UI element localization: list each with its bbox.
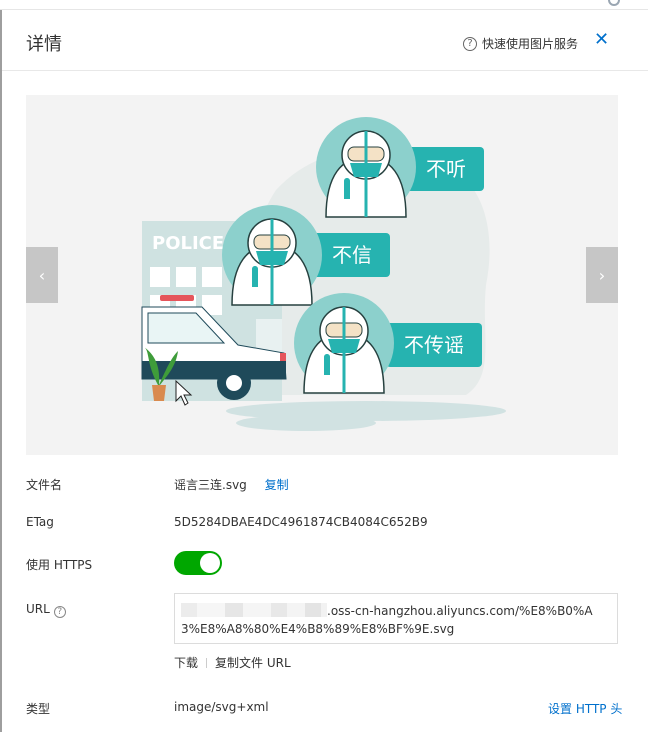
preview-image: POLICE 不听 不信 不传谣: [141, 117, 506, 431]
chevron-right-icon: ›: [598, 265, 606, 285]
previous-image-button[interactable]: ‹: [26, 247, 58, 303]
type-value: image/svg+xml: [174, 700, 269, 714]
type-label: 类型: [26, 702, 51, 716]
url-actions: 下载 复制文件 URL: [174, 654, 291, 671]
filename-row: 谣言三连.svg 复制: [174, 476, 289, 493]
redacted-block: [287, 603, 305, 617]
bubble-1: 不听: [426, 157, 466, 181]
filename-value: 谣言三连.svg: [174, 478, 247, 492]
chevron-left-icon: ‹: [38, 265, 46, 285]
bubble-3: 不传谣: [404, 333, 464, 357]
action-divider: [206, 658, 208, 668]
toggle-knob: [200, 553, 220, 573]
partial-icon: [608, 0, 620, 6]
etag-value: 5D5284DBAE4DC4961874CB4084C652B9: [174, 515, 428, 529]
redacted-block: [305, 603, 321, 617]
redacted-block: [243, 603, 271, 617]
etag-label: ETag: [26, 515, 54, 529]
redacted-block: [197, 603, 225, 617]
https-toggle[interactable]: [174, 551, 222, 575]
detail-panel: 详情 ? 快速使用图片服务 ✕ POLICE 不听 不信 不传谣 ‹ › 文件名…: [2, 10, 648, 732]
download-link[interactable]: 下载: [174, 656, 198, 670]
quick-start-label: 快速使用图片服务: [482, 37, 579, 51]
panel-title: 详情: [26, 34, 62, 55]
close-icon[interactable]: ✕: [594, 29, 609, 51]
redacted-block: [225, 603, 243, 617]
police-sign: POLICE: [152, 233, 224, 254]
redacted-block: [181, 603, 197, 617]
url-help-icon[interactable]: ?: [53, 606, 66, 618]
image-preview: POLICE 不听 不信 不传谣 ‹ ›: [26, 95, 618, 455]
set-http-header-link[interactable]: 设置 HTTP 头: [548, 700, 622, 717]
copy-filename-link[interactable]: 复制: [265, 478, 289, 492]
url-field[interactable]: .oss-cn-hangzhou.aliyuncs.com/%E8%B0%A3%…: [174, 593, 618, 644]
redacted-block: [271, 603, 287, 617]
panel-header: 详情 ? 快速使用图片服务 ✕: [2, 10, 648, 71]
copy-url-link[interactable]: 复制文件 URL: [215, 656, 291, 670]
url-label: URL: [26, 602, 50, 616]
top-strip: [0, 0, 648, 10]
question-icon: ?: [463, 36, 477, 51]
url-label-row: URL?: [26, 602, 66, 618]
filename-label: 文件名: [26, 478, 63, 492]
bubble-2: 不信: [332, 243, 372, 267]
quick-start-link[interactable]: ? 快速使用图片服务: [463, 35, 578, 52]
https-label: 使用 HTTPS: [26, 558, 93, 572]
next-image-button[interactable]: ›: [586, 247, 618, 303]
